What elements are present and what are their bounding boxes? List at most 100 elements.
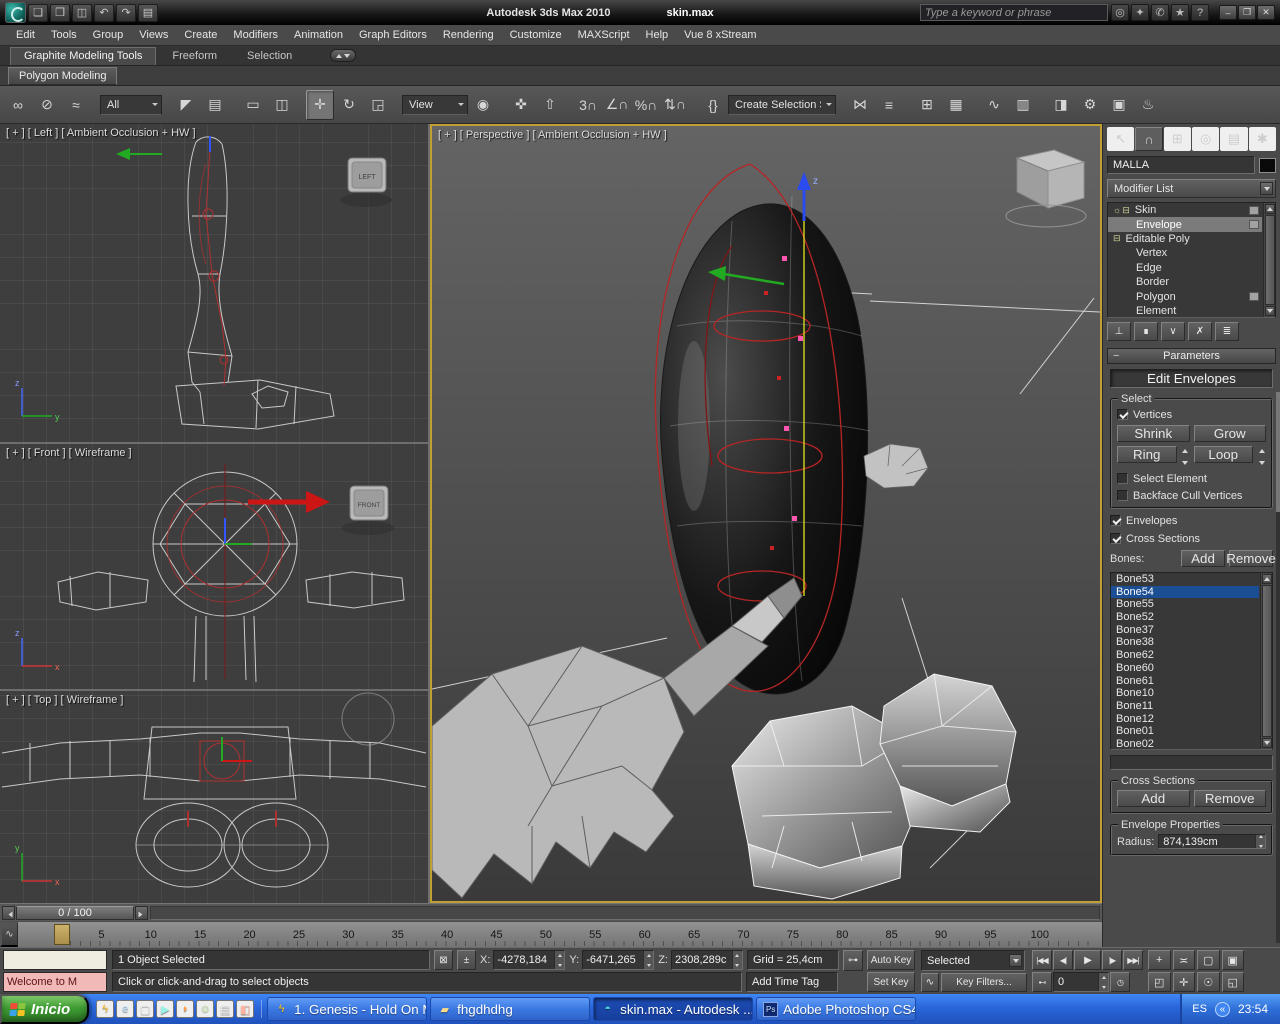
- subobject-chip[interactable]: [1249, 292, 1259, 301]
- menu-item[interactable]: Animation: [286, 27, 351, 43]
- ring-spinner[interactable]: [1181, 446, 1190, 468]
- bone-item[interactable]: Bone12: [1111, 713, 1259, 726]
- y-coordinate-field[interactable]: -6471,265: [582, 950, 654, 970]
- object-color-swatch[interactable]: [1259, 158, 1276, 173]
- display-tab[interactable]: ▤: [1220, 127, 1247, 151]
- stack-item-edge[interactable]: Edge: [1108, 261, 1262, 275]
- open-file-button[interactable]: ❒: [50, 4, 70, 22]
- subobject-chip[interactable]: [1249, 206, 1259, 215]
- project-folder-button[interactable]: ▤: [138, 4, 158, 22]
- next-frame-button[interactable]: |▶: [1102, 950, 1122, 970]
- modify-tab[interactable]: ∩: [1135, 127, 1162, 151]
- menu-item[interactable]: MAXScript: [570, 27, 638, 43]
- paint-icon[interactable]: ◧: [236, 1000, 254, 1018]
- viewport-grip[interactable]: LEFT: [340, 158, 392, 207]
- scroll-down-icon[interactable]: [1265, 306, 1275, 316]
- zoom-extents-all-button[interactable]: ▣: [1222, 950, 1245, 970]
- bone-item[interactable]: Bone02: [1111, 738, 1259, 750]
- selection-lock-toggle[interactable]: ⊠: [434, 950, 453, 970]
- tab-freeform[interactable]: Freeform: [158, 47, 231, 65]
- messenger-icon[interactable]: ☺: [196, 1000, 214, 1018]
- polygon-modeling-panel-tab[interactable]: Polygon Modeling: [8, 67, 117, 85]
- bone-item[interactable]: Bone01: [1111, 725, 1259, 738]
- menu-item[interactable]: Vue 8 xStream: [676, 27, 764, 43]
- task-3dsmax[interactable]: ◓ skin.max - Autodesk ...: [593, 997, 753, 1021]
- go-to-end-button[interactable]: ▶▶|: [1123, 950, 1143, 970]
- notepad-icon[interactable]: ▤: [216, 1000, 234, 1018]
- undo-button[interactable]: ↶: [94, 4, 114, 22]
- snaps-toggle[interactable]: 3∩: [574, 90, 602, 120]
- select-and-manipulate-button[interactable]: ✜: [507, 90, 535, 120]
- stack-item-polygon[interactable]: Polygon: [1108, 289, 1262, 303]
- bone-item[interactable]: Bone38: [1111, 636, 1259, 649]
- remove-bone-button[interactable]: Remove: [1229, 550, 1273, 567]
- named-selection-sets-dropdown[interactable]: Create Selection Se: [728, 95, 836, 115]
- bone-item[interactable]: Bone54: [1111, 586, 1259, 599]
- task-folder[interactable]: ▰ fhgdhdhg: [430, 997, 590, 1021]
- current-frame-field[interactable]: 0: [1053, 972, 1109, 992]
- help-button[interactable]: ?: [1191, 4, 1209, 21]
- scroll-down-icon[interactable]: [1262, 738, 1272, 748]
- redo-button[interactable]: ↷: [116, 4, 136, 22]
- menu-item[interactable]: Edit: [8, 27, 43, 43]
- keyboard-shortcut-override-toggle[interactable]: ⇧: [536, 90, 564, 120]
- modifier-list-dropdown[interactable]: Modifier List: [1107, 179, 1276, 198]
- stack-item-border[interactable]: Border: [1108, 275, 1262, 289]
- utilities-tab[interactable]: ✱: [1249, 127, 1276, 151]
- time-slider-prev-button[interactable]: [2, 906, 15, 920]
- unlink-selection-button[interactable]: ⊘: [33, 90, 61, 120]
- minimize-button[interactable]: –: [1219, 5, 1237, 20]
- scroll-up-icon[interactable]: [1262, 574, 1272, 584]
- go-to-start-button[interactable]: |◀◀: [1032, 950, 1052, 970]
- envelopes-checkbox[interactable]: [1110, 515, 1121, 526]
- time-slider-next-button[interactable]: [135, 906, 148, 920]
- task-photoshop[interactable]: Ps Adobe Photoshop CS4 - ...: [756, 997, 916, 1021]
- clock[interactable]: 23:54: [1238, 1002, 1268, 1016]
- menu-item[interactable]: Rendering: [435, 27, 502, 43]
- scroll-up-icon[interactable]: [1265, 204, 1275, 214]
- menu-item[interactable]: Modifiers: [225, 27, 286, 43]
- orbit-button[interactable]: ☉: [1197, 972, 1220, 992]
- menu-item[interactable]: Help: [638, 27, 677, 43]
- winamp-quicklaunch-icon[interactable]: ϟ: [96, 1000, 114, 1018]
- viewport-perspective-label[interactable]: [ + ] [ Perspective ] [ Ambient Occlusio…: [438, 129, 667, 141]
- selection-filter-dropdown[interactable]: All: [100, 95, 162, 115]
- subscription-center-button[interactable]: ✦: [1131, 4, 1149, 21]
- add-bone-button[interactable]: Add: [1181, 550, 1225, 567]
- stack-scrollbar[interactable]: [1263, 203, 1275, 317]
- make-unique-button[interactable]: ∨: [1161, 322, 1185, 341]
- save-file-button[interactable]: ◫: [72, 4, 92, 22]
- edit-envelopes-button[interactable]: Edit Envelopes: [1110, 369, 1273, 388]
- time-slider-track[interactable]: [150, 906, 1100, 920]
- viewport-front[interactable]: [ + ] [ Front ] [ Wireframe ]: [0, 444, 428, 689]
- key-filter-selected-dropdown[interactable]: Selected: [921, 950, 1025, 971]
- vertices-checkbox[interactable]: [1117, 409, 1128, 420]
- menu-item[interactable]: Create: [176, 27, 225, 43]
- current-frame-indicator[interactable]: [54, 924, 70, 945]
- select-and-rotate-button[interactable]: ↻: [335, 90, 363, 120]
- motion-tab[interactable]: ◎: [1192, 127, 1219, 151]
- window-crossing-toggle[interactable]: ◫: [268, 90, 296, 120]
- listener-macro-line[interactable]: [3, 950, 107, 970]
- x-spinner[interactable]: [554, 951, 564, 969]
- viewport-top-label[interactable]: [ + ] [ Top ] [ Wireframe ]: [6, 694, 123, 706]
- viewport-front-label[interactable]: [ + ] [ Front ] [ Wireframe ]: [6, 447, 132, 459]
- zoom-button[interactable]: +: [1148, 950, 1171, 970]
- bone-item[interactable]: Bone10: [1111, 687, 1259, 700]
- show-end-result-button[interactable]: ∎: [1134, 322, 1158, 341]
- command-panel-scrollbar[interactable]: [1276, 392, 1280, 943]
- frame-spinner[interactable]: [1098, 973, 1108, 991]
- communication-center-button[interactable]: ✆: [1151, 4, 1169, 21]
- rectangular-selection-region-button[interactable]: ▭: [239, 90, 267, 120]
- configure-modifier-sets-button[interactable]: ≣: [1215, 322, 1239, 341]
- pin-stack-button[interactable]: ⊥: [1107, 322, 1131, 341]
- radius-spinner[interactable]: [1255, 835, 1265, 848]
- stack-item-envelope[interactable]: Envelope: [1108, 217, 1262, 231]
- ribbon-minimize-toggle[interactable]: [330, 49, 356, 62]
- tray-chevron-button[interactable]: «: [1215, 1002, 1230, 1017]
- select-and-scale-button[interactable]: ◲: [364, 90, 392, 120]
- create-tab[interactable]: ↖: [1107, 127, 1134, 151]
- grow-button[interactable]: Grow: [1194, 425, 1267, 442]
- rollout-header[interactable]: − Parameters: [1107, 348, 1276, 364]
- layer-manager-button[interactable]: ⊞: [913, 90, 941, 120]
